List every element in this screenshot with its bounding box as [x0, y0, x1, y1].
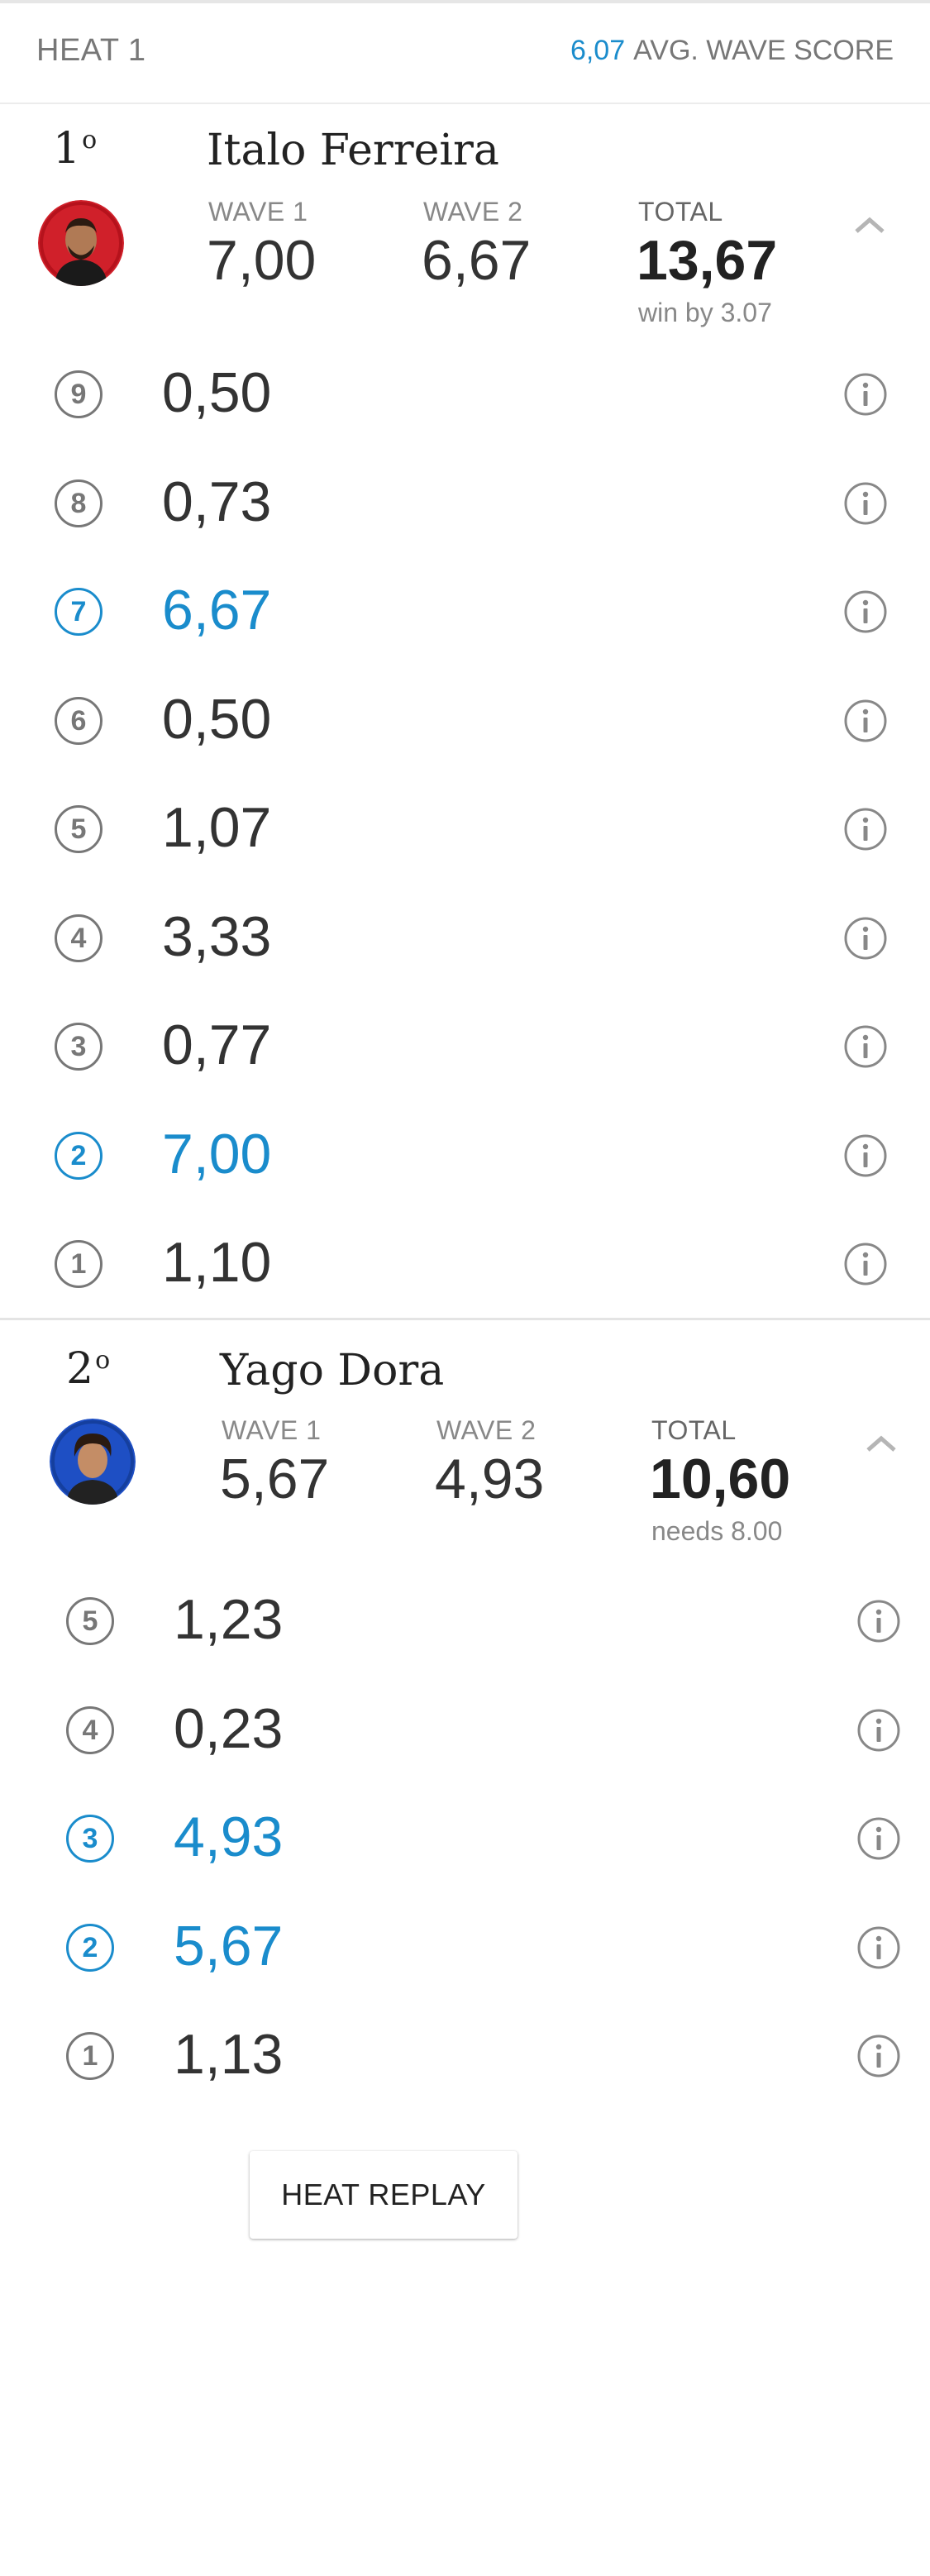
wave-score: 0,77: [162, 1014, 272, 1076]
wave-score: 3,33: [162, 904, 272, 968]
wave-row[interactable]: 3 0,77: [0, 993, 930, 1101]
surfer-name: Yago Dora: [220, 1346, 445, 1395]
wave-number-badge: 7: [55, 588, 103, 636]
wave-number-badge: 8: [55, 479, 103, 527]
chevron-up-icon[interactable]: [863, 1430, 899, 1455]
avg-score-label: AVG. WAVE SCORE: [633, 35, 894, 66]
wave-number-badge: 3: [66, 1815, 114, 1863]
info-icon[interactable]: [843, 916, 888, 961]
info-icon[interactable]: [843, 589, 888, 634]
wave-score: 7,00: [162, 1122, 272, 1185]
status-text: needs 8.00: [651, 1516, 783, 1546]
heat-header: HEAT 1 6,07 AVG. WAVE SCORE: [0, 3, 930, 104]
info-icon[interactable]: [856, 2034, 901, 2078]
wave-score: 4,93: [174, 1806, 284, 1868]
total-value: 10,60: [650, 1448, 791, 1510]
chevron-up-icon[interactable]: [851, 212, 888, 236]
wave-number-badge: 5: [55, 805, 103, 853]
wave-score: 6,67: [162, 579, 272, 642]
wave-row[interactable]: 4 3,33: [0, 885, 930, 993]
wave-row[interactable]: 4 0,23: [0, 1677, 930, 1785]
wave-row[interactable]: 9 0,50: [0, 341, 930, 449]
info-icon[interactable]: [843, 1133, 888, 1178]
wave1-value: 5,67: [220, 1448, 330, 1510]
wave-row[interactable]: 2 5,67: [0, 1894, 930, 2002]
wave-number-badge: 6: [55, 696, 103, 745]
wave-score: 1,10: [162, 1231, 272, 1294]
info-icon[interactable]: [843, 699, 888, 743]
heat-title: HEAT 1: [36, 33, 146, 68]
total-value: 13,67: [637, 229, 778, 292]
wave-score: 0,73: [162, 470, 272, 533]
wave-row[interactable]: 8 0,73: [0, 450, 930, 558]
wave-row[interactable]: 2 7,00: [0, 1102, 930, 1210]
wave-row[interactable]: 7 6,67: [0, 558, 930, 666]
wave-number-badge: 5: [66, 1597, 114, 1645]
wave2-value: 4,93: [435, 1448, 545, 1510]
wave-score: 1,23: [174, 1588, 284, 1651]
info-icon[interactable]: [856, 1925, 901, 1970]
status-text: win by 3.07: [638, 298, 772, 327]
wave-score: 5,67: [174, 1914, 284, 1977]
wave-score: 1,13: [174, 2023, 284, 2086]
wave2-label: WAVE 2: [436, 1415, 537, 1445]
wave-score: 0,50: [162, 361, 272, 424]
avg-score-value: 6,07: [570, 35, 626, 66]
info-icon[interactable]: [856, 1816, 901, 1861]
wave-row[interactable]: 6 0,50: [0, 667, 930, 775]
wave-row[interactable]: 5 1,07: [0, 775, 930, 884]
avatar: [38, 200, 124, 286]
wave-row[interactable]: 3 4,93: [0, 1785, 930, 1893]
info-icon[interactable]: [856, 1708, 901, 1753]
wave-number-badge: 1: [55, 1240, 103, 1288]
total-label: TOTAL: [651, 1415, 737, 1445]
surfer-place: 2o: [66, 1344, 111, 1394]
info-icon[interactable]: [843, 372, 888, 417]
wave-score: 1,07: [162, 796, 272, 859]
surfer-card-1[interactable]: 1o Italo Ferreira WAVE 1 7,00 WAVE 2 6,6…: [0, 103, 930, 1318]
info-icon[interactable]: [843, 481, 888, 526]
wave-row[interactable]: 1 1,10: [0, 1210, 930, 1319]
wave-number-badge: 1: [66, 2032, 114, 2080]
wave-number-badge: 4: [55, 914, 103, 962]
wave-number-badge: 3: [55, 1023, 103, 1071]
total-label: TOTAL: [638, 197, 723, 227]
wave-number-badge: 2: [66, 1923, 114, 1972]
surfer-place: 1o: [53, 124, 98, 174]
heat-replay-button[interactable]: HEAT REPLAY: [250, 2151, 517, 2239]
surfer-card-2[interactable]: 2o Yago Dora WAVE 1 5,67 WAVE 2 4,93 TOT…: [0, 1321, 930, 2131]
info-icon[interactable]: [843, 1024, 888, 1069]
wave-score: 0,23: [174, 1696, 284, 1760]
wave2-label: WAVE 2: [423, 197, 523, 227]
wave1-value: 7,00: [207, 229, 317, 292]
info-icon[interactable]: [843, 1242, 888, 1286]
wave-number-badge: 4: [66, 1705, 114, 1754]
info-icon[interactable]: [856, 1599, 901, 1643]
wave-row[interactable]: 1 1,13: [0, 2002, 930, 2111]
wave-number-badge: 9: [55, 370, 103, 418]
wave-score: 0,50: [162, 687, 272, 751]
surfer-name: Italo Ferreira: [207, 126, 499, 175]
section-divider: [0, 1318, 930, 1320]
wave2-value: 6,67: [422, 229, 532, 292]
info-icon[interactable]: [843, 807, 888, 852]
wave1-label: WAVE 1: [208, 197, 308, 227]
avg-wave-score: 6,07 AVG. WAVE SCORE: [570, 35, 894, 67]
wave1-label: WAVE 1: [222, 1415, 322, 1445]
wave-row[interactable]: 5 1,23: [0, 1567, 930, 1676]
avatar: [50, 1419, 136, 1505]
wave-number-badge: 2: [55, 1131, 103, 1180]
